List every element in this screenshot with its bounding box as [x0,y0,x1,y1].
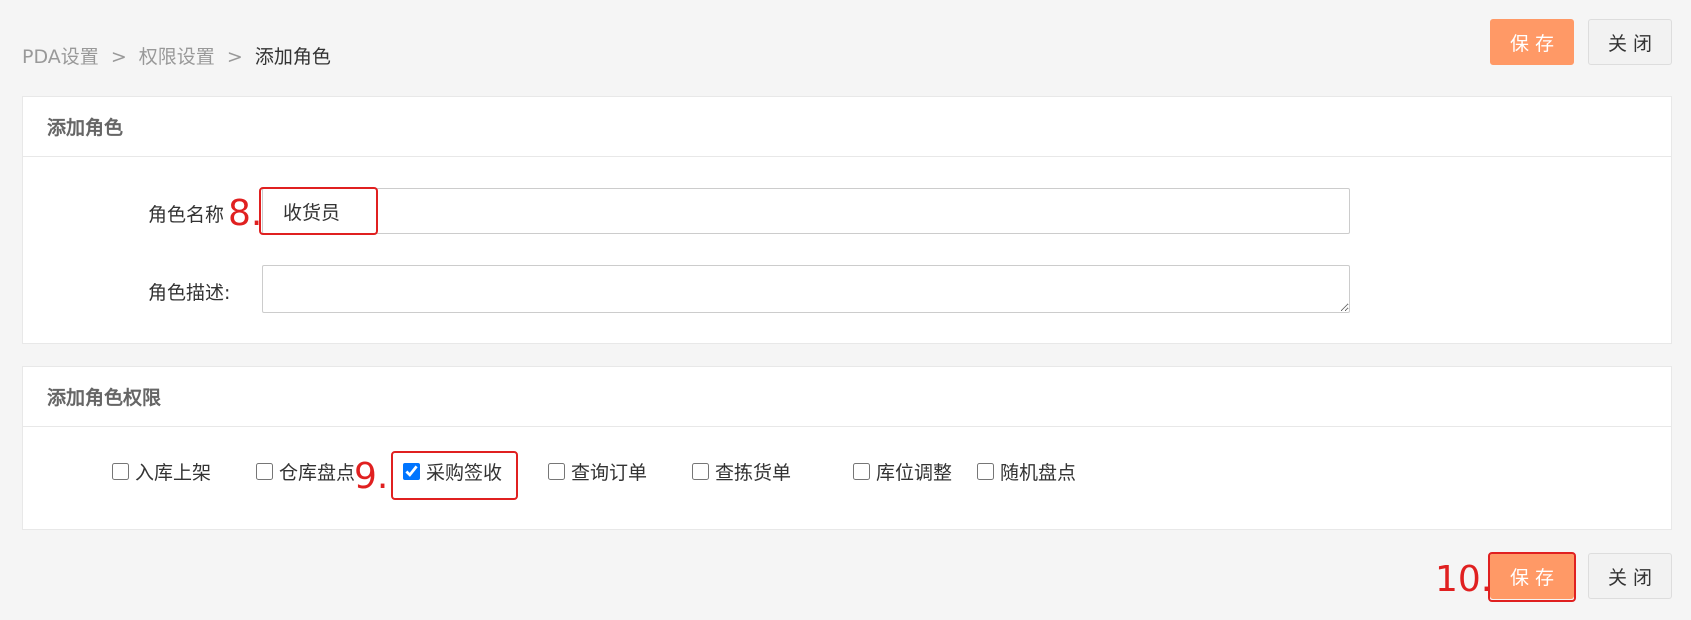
breadcrumb-item-permission-settings[interactable]: 权限设置 [139,46,215,68]
checkbox[interactable] [853,463,870,480]
role-permission-panel: 添加角色权限 [22,366,1672,530]
role-name-label: 角色名称 [148,204,225,226]
checkbox[interactable] [977,463,994,480]
role-description-label: 角色描述: [148,282,231,304]
breadcrumb-item-add-role: 添加角色 [254,46,331,68]
breadcrumb-separator: > [226,46,243,68]
permission-checkbox-random-count[interactable]: 随机盘点 [977,458,1076,485]
permission-checkbox-putaway[interactable]: 入库上架 [112,458,211,485]
breadcrumb-separator: > [110,46,127,68]
annotation-highlight-purchase-receipt [391,451,518,500]
permission-checkbox-location-adjust[interactable]: 库位调整 [853,458,952,485]
checkbox[interactable] [548,463,565,480]
annotation-step-9: 9. [354,456,389,497]
permission-checkbox-query-order[interactable]: 查询订单 [548,458,647,485]
checkbox[interactable] [256,463,273,480]
permission-label: 查询订单 [571,462,648,484]
annotation-step-10: 10. [1435,559,1493,600]
role-permission-panel-title: 添加角色权限 [23,367,1671,427]
top-close-button[interactable]: 关闭 [1588,19,1672,65]
annotation-highlight-bottom-save [1488,552,1576,602]
permission-checkbox-query-picklist[interactable]: 查拣货单 [692,458,791,485]
permission-label: 入库上架 [135,462,212,484]
role-description-textarea[interactable] [262,265,1350,313]
permission-label: 查拣货单 [715,462,792,484]
role-name-input[interactable] [262,188,1350,234]
annotation-step-8: 8. [228,193,263,234]
checkbox[interactable] [692,463,709,480]
breadcrumb-item-pda-settings[interactable]: PDA设置 [22,46,99,68]
top-save-button[interactable]: 保存 [1490,19,1574,65]
top-bar: PDA设置 > 权限设置 > 添加角色 保存 关闭 [0,0,1691,88]
permission-checkbox-warehouse-count[interactable]: 仓库盘点 [256,458,355,485]
role-info-panel-title: 添加角色 [23,97,1671,157]
annotation-highlight-role-name [259,187,378,235]
bottom-close-button[interactable]: 关闭 [1588,553,1672,599]
breadcrumb: PDA设置 > 权限设置 > 添加角色 [22,42,331,69]
permission-label: 随机盘点 [1000,462,1077,484]
permission-label: 库位调整 [876,462,953,484]
checkbox[interactable] [112,463,129,480]
permission-label: 仓库盘点 [279,462,356,484]
